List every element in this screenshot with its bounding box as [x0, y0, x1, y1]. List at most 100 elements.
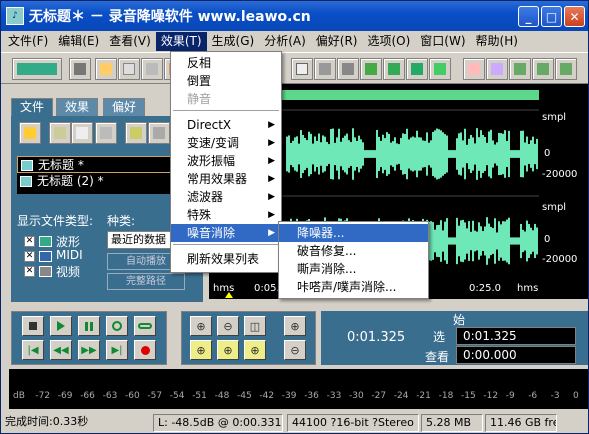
- mix-paste-button[interactable]: [360, 58, 382, 80]
- menu-separator: [173, 110, 279, 112]
- midi-checkbox[interactable]: ✕: [24, 251, 35, 262]
- maximize-button[interactable]: □: [541, 6, 562, 27]
- grid-view3-button[interactable]: [555, 58, 577, 80]
- save-button[interactable]: [141, 58, 163, 80]
- tab-favorites[interactable]: 偏好: [103, 98, 146, 116]
- menu-item-special[interactable]: 特殊 ▶: [171, 206, 281, 224]
- grid3-icon: [560, 63, 572, 75]
- loop-button[interactable]: [134, 316, 156, 336]
- selection-start-field[interactable]: 0:01.325: [456, 327, 576, 345]
- menu-help[interactable]: 帮助(H): [471, 32, 523, 51]
- level-scale-tick: -36: [304, 391, 319, 401]
- submenu-item-click-pop[interactable]: 咔嗒声/噗声消除...: [279, 278, 428, 296]
- playhead-marker[interactable]: [225, 292, 233, 298]
- level-scale-tick: -45: [237, 391, 252, 401]
- filetype-midi-label: MIDI: [56, 248, 83, 262]
- silence-button[interactable]: [406, 58, 428, 80]
- go-to-start-button[interactable]: |◀: [22, 340, 44, 360]
- submenu-item-noise-reducer[interactable]: 降噪器...: [279, 224, 428, 242]
- menu-item-invert[interactable]: 反相: [171, 54, 281, 72]
- minimize-button[interactable]: _: [518, 6, 539, 27]
- title-bar[interactable]: ♪ 无标题＊ － 录音降噪软件 www.leawo.cn _ □ ✕: [1, 1, 588, 31]
- copy-button[interactable]: [291, 58, 313, 80]
- zoom-out-button[interactable]: ⊖: [217, 316, 239, 336]
- play-to-end-button[interactable]: [106, 316, 128, 336]
- menu-item-refresh-effects[interactable]: 刷新效果列表: [171, 250, 281, 268]
- multitrack-view-button[interactable]: [69, 58, 91, 80]
- menu-view[interactable]: 查看(V): [104, 32, 156, 51]
- submenu-item-clip-restore[interactable]: 破音修复...: [279, 242, 428, 260]
- file-item-untitled-2[interactable]: 无标题 (2) *: [17, 173, 175, 190]
- grid-view2-button[interactable]: [532, 58, 554, 80]
- paste-button[interactable]: [337, 58, 359, 80]
- menu-item-amplitude[interactable]: 波形振幅 ▶: [171, 152, 281, 170]
- zoom-right-button[interactable]: ⊕: [244, 340, 266, 360]
- go-to-end-button[interactable]: ▶|: [106, 340, 128, 360]
- waveform-type-icon: [39, 236, 52, 247]
- grid-view-button[interactable]: [509, 58, 531, 80]
- view-label: 查看: [425, 350, 450, 364]
- menu-item-reverse[interactable]: 倒置: [171, 72, 281, 90]
- menu-effects[interactable]: 效果(T): [155, 31, 207, 51]
- full-path-button[interactable]: 完整路径: [107, 273, 185, 290]
- zoom-selection-button[interactable]: ⊕: [217, 340, 239, 360]
- insert-button[interactable]: [95, 122, 117, 144]
- view-start-field[interactable]: 0:00.000: [456, 346, 576, 364]
- pause-button[interactable]: [78, 316, 100, 336]
- menu-options[interactable]: 选项(O): [362, 32, 415, 51]
- menu-item-filters[interactable]: 滤波器 ▶: [171, 188, 281, 206]
- open-button[interactable]: [118, 58, 140, 80]
- record-button[interactable]: [134, 340, 156, 360]
- menu-edit[interactable]: 编辑(E): [53, 32, 104, 51]
- fft-view-button[interactable]: [463, 58, 485, 80]
- level-scale-tick: -30: [349, 391, 364, 401]
- submenu-item-hiss-reduction[interactable]: 嘶声消除...: [279, 260, 428, 278]
- loop-file-button[interactable]: [148, 122, 170, 144]
- zoom-in-button[interactable]: ⊕: [190, 316, 212, 336]
- open-file-button[interactable]: [19, 122, 41, 144]
- menu-item-noise-reduction[interactable]: 噪音消除 ▶: [171, 224, 281, 242]
- menu-preferences[interactable]: 偏好(R): [311, 32, 363, 51]
- new-file-button[interactable]: [95, 58, 117, 80]
- kind-select[interactable]: 最近的数据: [107, 231, 173, 249]
- forward-button[interactable]: ▶▶: [78, 340, 100, 360]
- menu-item-directx[interactable]: DirectX ▶: [171, 116, 281, 134]
- menu-window[interactable]: 窗口(W): [415, 32, 470, 51]
- menu-item-common-effects[interactable]: 常用效果器 ▶: [171, 170, 281, 188]
- menu-item-tempo-pitch[interactable]: 变速/变调 ▶: [171, 134, 281, 152]
- effects-menu-dropdown: 反相 倒置 静音 DirectX ▶ 变速/变调 ▶ 波形振幅 ▶ 常用效果器 ▶ 滤波…: [170, 51, 282, 273]
- zoom-left-button[interactable]: ⊕: [190, 340, 212, 360]
- menu-item-silence[interactable]: 静音: [171, 90, 281, 108]
- play-file-button[interactable]: [125, 122, 147, 144]
- menu-item-label: 波形振幅: [187, 154, 236, 168]
- spectral-icon: [491, 63, 503, 75]
- close-file-button[interactable]: [71, 122, 93, 144]
- cut-button[interactable]: [314, 58, 336, 80]
- tab-files[interactable]: 文件: [11, 98, 54, 116]
- pause-icon: [85, 321, 93, 331]
- video-checkbox[interactable]: ✕: [24, 266, 35, 277]
- menu-generate[interactable]: 生成(G): [207, 32, 260, 51]
- record-icon: [140, 345, 150, 355]
- zoom-in-vertical-button[interactable]: ⊕: [284, 316, 306, 336]
- filetype-video-label: 视频: [56, 265, 81, 279]
- tab-effects[interactable]: 效果: [56, 98, 99, 116]
- effect-button[interactable]: [429, 58, 451, 80]
- level-scale-tick: 0: [573, 391, 579, 401]
- play-button[interactable]: [50, 316, 72, 336]
- menu-file[interactable]: 文件(F): [3, 32, 53, 51]
- close-button[interactable]: ✕: [564, 6, 585, 27]
- waveform-checkbox[interactable]: ✕: [24, 236, 35, 247]
- spectral-button[interactable]: [486, 58, 508, 80]
- waveform-view-button[interactable]: [12, 58, 62, 80]
- zoom-full-button[interactable]: ◫: [244, 316, 266, 336]
- stop-button[interactable]: [22, 316, 44, 336]
- zoom-out-vertical-button[interactable]: ⊖: [284, 340, 306, 360]
- import-button[interactable]: [49, 122, 71, 144]
- file-name: 无标题 *: [38, 158, 84, 172]
- file-item-untitled[interactable]: 无标题 *: [17, 156, 175, 173]
- menu-analyze[interactable]: 分析(A): [259, 32, 311, 51]
- new-file-icon: [100, 63, 112, 75]
- trim-button[interactable]: [383, 58, 405, 80]
- rewind-button[interactable]: ◀◀: [50, 340, 72, 360]
